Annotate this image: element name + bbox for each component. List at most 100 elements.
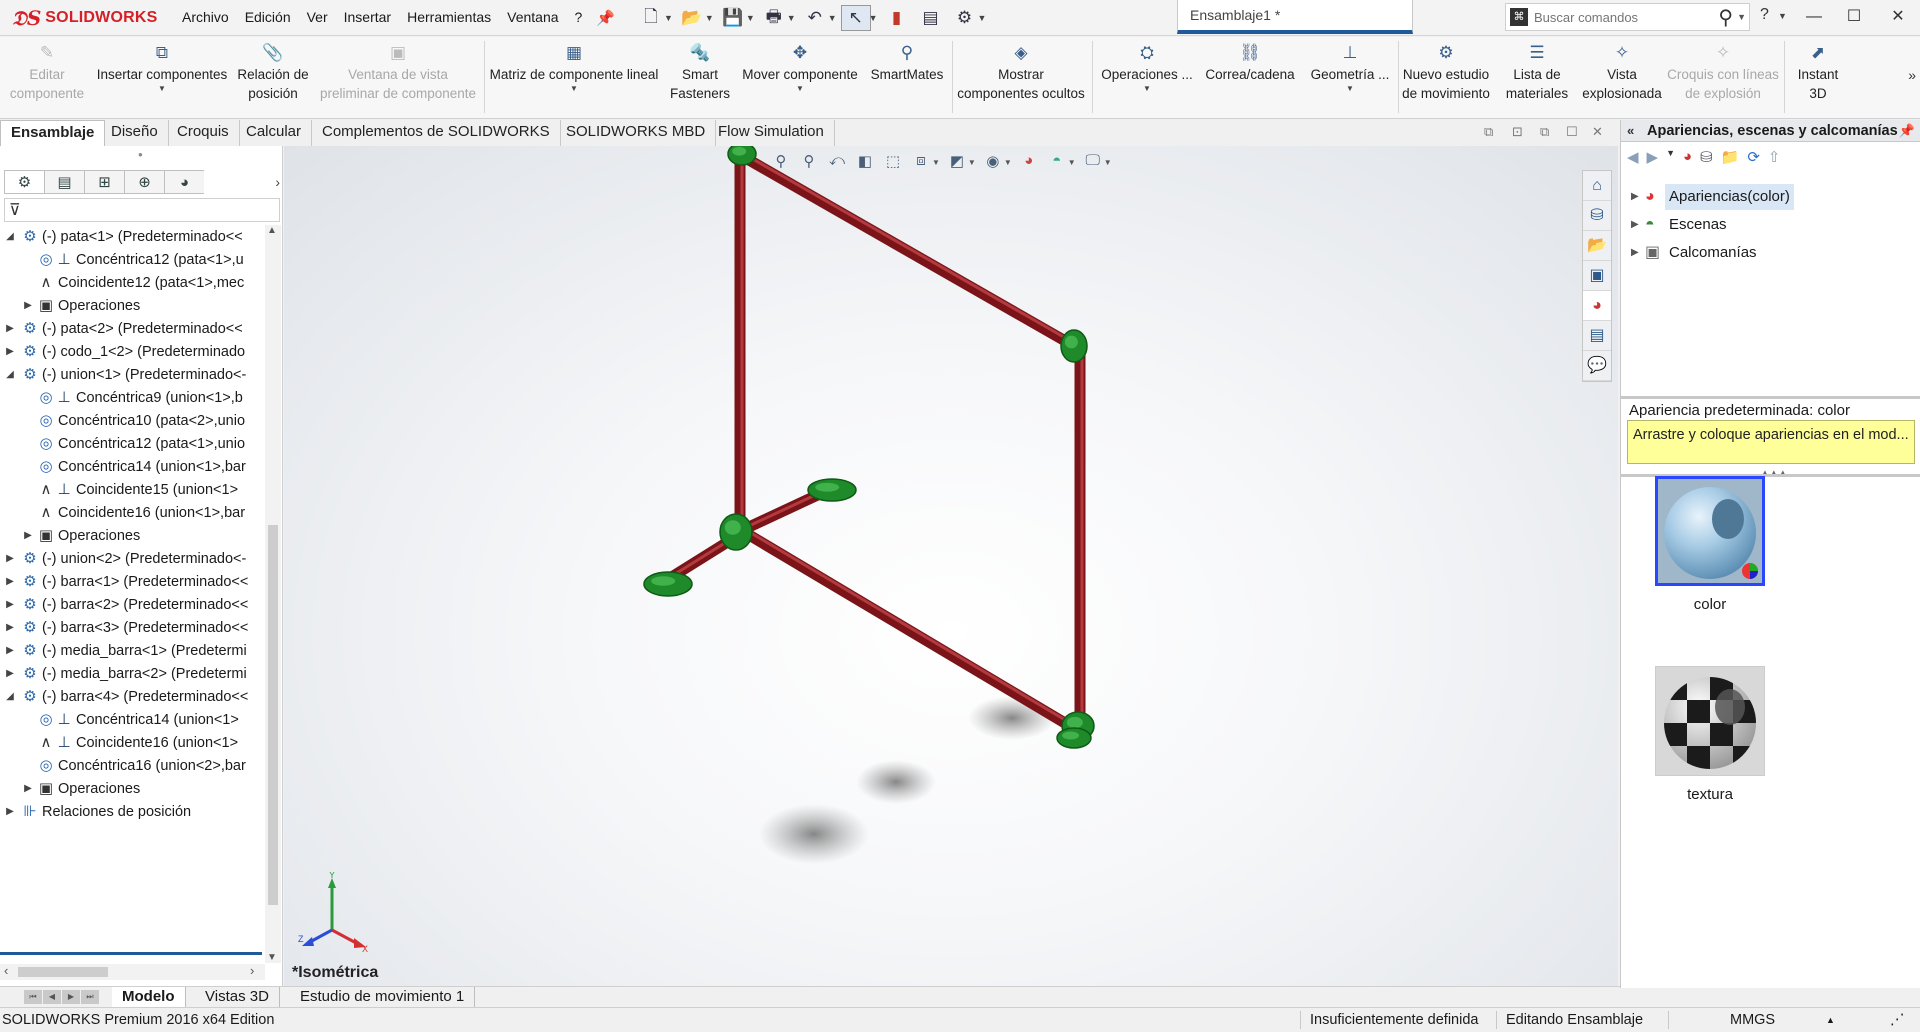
- file-properties-icon[interactable]: ▤: [916, 5, 946, 31]
- select-cursor-icon[interactable]: ↖: [840, 5, 871, 31]
- pipe-connectors[interactable]: [643, 146, 1095, 749]
- tree-node[interactable]: ▶ ⚙ (-) pata<2> (Predeterminado<<: [0, 317, 265, 341]
- pipe-frame[interactable]: [667, 151, 1086, 737]
- chevron-down-icon[interactable]: ▼: [1737, 12, 1746, 22]
- expand-arrow-icon[interactable]: ▶: [4, 639, 16, 663]
- new-motion-study-button[interactable]: ⚙ Nuevo estudio de movimiento: [1398, 43, 1494, 103]
- more-commands-icon[interactable]: »: [1908, 67, 1916, 83]
- expand-arrow-icon[interactable]: ▶: [4, 662, 16, 686]
- tree-item-decals[interactable]: ▶ ▣ Calcomanías: [1621, 240, 1920, 266]
- menu-herramientas[interactable]: Herramientas: [399, 0, 499, 34]
- chevron-down-icon[interactable]: ▼: [978, 13, 987, 23]
- units-selector[interactable]: MMGS: [1730, 1008, 1775, 1032]
- tree-vertical-scrollbar[interactable]: ▲ ▼: [265, 225, 281, 963]
- pin-menu-icon[interactable]: 📌: [596, 9, 615, 27]
- assembly-model[interactable]: [284, 146, 1618, 986]
- view-palette-icon[interactable]: ▣: [1583, 261, 1611, 291]
- assembly-features-button[interactable]: ⛭ Operaciones ... ▼: [1094, 43, 1200, 94]
- tree-node[interactable]: ∧ Coincidente12 (pata<1>,mec: [0, 271, 265, 295]
- appearances-icon[interactable]: ◕: [1683, 148, 1692, 166]
- prev-tab-icon[interactable]: ◀: [43, 990, 61, 1004]
- tree-node[interactable]: ◎ Concéntrica10 (pata<2>,unio: [0, 409, 265, 433]
- scroll-thumb[interactable]: [268, 525, 278, 905]
- edit-component-button[interactable]: ✎ Editar componente: [6, 43, 88, 103]
- chevron-down-icon[interactable]: ▼: [787, 13, 796, 23]
- tab-calcular[interactable]: Calcular: [236, 120, 313, 146]
- new-document-icon[interactable]: 🗋: [636, 5, 666, 31]
- last-tab-icon[interactable]: ⏭: [81, 990, 99, 1004]
- scroll-thumb[interactable]: [18, 967, 108, 977]
- explode-line-sketch-button[interactable]: ✧ Croquis con líneas de explosión: [1664, 43, 1782, 103]
- tree-item-appearances[interactable]: ▶ ◕ Apariencias(color): [1621, 184, 1920, 210]
- expand-panel-icon[interactable]: ⊡: [1512, 124, 1523, 140]
- tree-node[interactable]: ▶ ⚙ (-) barra<1> (Predeterminado<<: [0, 570, 265, 594]
- tab-ensamblaje[interactable]: Ensamblaje: [0, 120, 106, 146]
- menu-edicion[interactable]: Edición: [237, 0, 299, 34]
- tree-item-scenes[interactable]: ▶ ◓ Escenas: [1621, 212, 1920, 238]
- menu-archivo[interactable]: Archivo: [174, 0, 237, 34]
- tree-node[interactable]: ◢ ⚙ (-) barra<4> (Predeterminado<<: [0, 685, 265, 709]
- graphics-area[interactable]: ⚲ ⚲ ⤺ ◧ ⬚ ⧈ ▼ ◩ ▼ ◉ ▼ ◕ ◓ ▼ 🖵 ▼ ⌂ ⛁ 📂 ▣ ◕ ▤ 💬: [284, 146, 1618, 986]
- pipe-bar[interactable]: [739, 151, 1077, 351]
- menu-ventana[interactable]: Ventana: [499, 0, 566, 34]
- tab-vistas-3d[interactable]: Vistas 3D: [195, 987, 280, 1007]
- tree-node[interactable]: ◎ Concéntrica16 (union<2>,bar: [0, 754, 265, 778]
- tree-node[interactable]: ▶ ⚙ (-) barra<2> (Predeterminado<<: [0, 593, 265, 617]
- tree-node[interactable]: ▶ ⚙ (-) barra<3> (Predeterminado<<: [0, 616, 265, 640]
- tree-node[interactable]: ▶ ▣ Operaciones: [0, 777, 265, 801]
- menu-help[interactable]: ?: [567, 0, 591, 34]
- collapse-arrow-icon[interactable]: ◢: [4, 225, 16, 249]
- tree-node[interactable]: ▶ ▣ Operaciones: [0, 294, 265, 318]
- tab-complementos[interactable]: Complementos de SOLIDWORKS: [312, 120, 561, 146]
- tree-node[interactable]: ▶ ⚙ (-) codo_1<2> (Predeterminado: [0, 340, 265, 364]
- chevron-down-icon[interactable]: ▼: [736, 84, 864, 94]
- chevron-down-icon[interactable]: ▼: [664, 13, 673, 23]
- options-gear-icon[interactable]: ⚙: [950, 5, 980, 31]
- chevron-up-icon[interactable]: ▲: [1826, 1008, 1835, 1032]
- close-window-icon[interactable]: ✕: [1592, 124, 1603, 140]
- solidworks-resources-icon[interactable]: ⌂: [1583, 171, 1611, 201]
- expand-arrow-icon[interactable]: ▶: [22, 777, 34, 801]
- tree-node[interactable]: ◢ ⚙ (-) union<1> (Predeterminado<-: [0, 363, 265, 387]
- file-explorer-icon[interactable]: 📂: [1583, 231, 1611, 261]
- expand-arrow-icon[interactable]: ▶: [4, 570, 16, 594]
- expand-arrow-icon[interactable]: ▶: [4, 593, 16, 617]
- pin-icon[interactable]: 📌: [1899, 120, 1915, 142]
- property-manager-tab-icon[interactable]: ▤: [44, 170, 84, 194]
- collapse-icon[interactable]: «: [1627, 120, 1634, 142]
- minimize-button[interactable]: —: [1800, 4, 1828, 30]
- chevron-down-icon[interactable]: ▼: [1778, 11, 1787, 21]
- linear-component-pattern-button[interactable]: ▦ Matriz de componente lineal ▼: [484, 43, 664, 94]
- menu-insertar[interactable]: Insertar: [336, 0, 399, 34]
- expand-arrow-icon[interactable]: ▶: [22, 524, 34, 548]
- tree-node[interactable]: ◢ ⚙ (-) pata<1> (Predeterminado<<: [0, 225, 265, 249]
- tree-filter[interactable]: ⊽: [4, 198, 280, 222]
- tile-window-icon[interactable]: ⧉: [1540, 124, 1549, 140]
- tree-node[interactable]: ∧ Coincidente16 (union<1>,bar: [0, 501, 265, 525]
- open-document-icon[interactable]: 📂: [677, 5, 707, 31]
- filter-icon[interactable]: ⊽: [9, 200, 21, 220]
- tree-node[interactable]: ◎ Concéntrica14 (union<1>,bar: [0, 455, 265, 479]
- tab-flow-simulation[interactable]: Flow Simulation: [708, 120, 835, 146]
- tree-node[interactable]: ▶ ⚙ (-) union<2> (Predeterminado<-: [0, 547, 265, 571]
- expand-arrow-icon[interactable]: ▶: [1631, 212, 1639, 238]
- print-icon[interactable]: 🖶: [759, 5, 789, 31]
- exploded-view-button[interactable]: ✧ Vista explosionada: [1580, 43, 1664, 103]
- chevron-down-icon[interactable]: ▼: [1302, 84, 1398, 94]
- back-icon[interactable]: ◀: [1627, 148, 1639, 166]
- smartmates-button[interactable]: ⚲ SmartMates: [864, 43, 950, 84]
- chevron-right-icon[interactable]: ›: [275, 170, 280, 194]
- collapse-arrow-icon[interactable]: ◢: [4, 685, 16, 709]
- smart-fasteners-button[interactable]: 🔩 Smart Fasteners: [664, 43, 736, 103]
- tree-node[interactable]: ∧ ⊥ Coincidente16 (union<1>: [0, 731, 265, 755]
- chevron-down-icon[interactable]: ▼: [92, 84, 232, 94]
- resize-grip-icon[interactable]: ⋰: [1890, 1008, 1905, 1032]
- refresh-icon[interactable]: ⟳: [1747, 148, 1760, 166]
- close-button[interactable]: ✕: [1884, 4, 1912, 30]
- scroll-down-icon[interactable]: ▼: [267, 952, 277, 963]
- bill-of-materials-button[interactable]: ☰ Lista de materiales: [1494, 43, 1580, 103]
- pane-splitter[interactable]: [1621, 396, 1920, 399]
- expand-arrow-icon[interactable]: ▶: [4, 317, 16, 341]
- rebuild-icon[interactable]: ▮: [882, 5, 912, 31]
- configuration-manager-tab-icon[interactable]: ⊞: [84, 170, 124, 194]
